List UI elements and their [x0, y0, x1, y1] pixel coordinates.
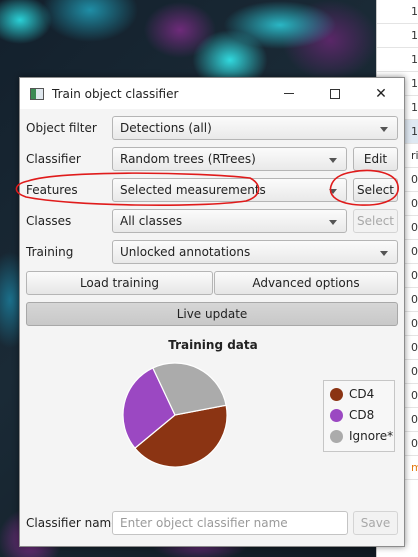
- classifier-select[interactable]: Random trees (RTrees): [112, 147, 347, 171]
- minimize-icon: [284, 93, 294, 94]
- features-value: Selected measurements: [120, 183, 266, 197]
- title-bar[interactable]: Train object classifier ✕: [20, 78, 404, 109]
- features-select[interactable]: Selected measurements: [112, 178, 347, 202]
- legend-item-ignore: Ignore*: [330, 429, 393, 443]
- legend-item-cd4: CD4: [330, 387, 374, 401]
- features-select-button[interactable]: Select: [353, 178, 398, 202]
- chevron-down-icon: [329, 220, 337, 225]
- table-cell: 1.: [377, 24, 418, 48]
- classifier-edit-button[interactable]: Edit: [353, 147, 398, 171]
- table-cell: 1.: [377, 0, 418, 24]
- legend-label: CD4: [349, 387, 375, 401]
- classifier-label: Classifier: [26, 152, 81, 166]
- classifier-name-label: Classifier name: [26, 516, 119, 530]
- legend-label: CD8: [349, 408, 375, 422]
- legend-swatch-ignore: [330, 429, 343, 443]
- app-icon: [30, 87, 44, 100]
- classifier-value: Random trees (RTrees): [120, 152, 256, 166]
- features-label: Features: [26, 183, 78, 197]
- load-training-button[interactable]: Load training: [26, 271, 213, 295]
- legend-swatch-cd8: [330, 408, 343, 422]
- training-label: Training: [26, 245, 74, 259]
- chevron-down-icon: [380, 127, 388, 132]
- classes-select[interactable]: All classes: [112, 209, 347, 233]
- chevron-down-icon: [380, 251, 388, 256]
- save-button[interactable]: Save: [353, 511, 398, 535]
- classifier-name-input[interactable]: [112, 511, 348, 535]
- live-update-toggle[interactable]: Live update: [26, 302, 398, 326]
- close-icon: ✕: [375, 85, 387, 102]
- object-filter-select[interactable]: Detections (all): [112, 116, 398, 140]
- minimize-button[interactable]: [266, 78, 312, 109]
- classes-value: All classes: [120, 214, 183, 228]
- training-value: Unlocked annotations: [120, 245, 251, 259]
- object-filter-label: Object filter: [26, 121, 97, 135]
- table-cell: 1.: [377, 48, 418, 72]
- training-data-pie-chart: [122, 362, 228, 468]
- train-object-classifier-dialog: Train object classifier ✕ Object filter …: [19, 77, 405, 547]
- legend-label: Ignore*: [349, 429, 394, 443]
- classes-label: Classes: [26, 214, 72, 228]
- maximize-button[interactable]: [312, 78, 358, 109]
- classes-select-button[interactable]: Select: [353, 209, 398, 233]
- maximize-icon: [330, 88, 340, 99]
- chevron-down-icon: [329, 189, 337, 194]
- training-select[interactable]: Unlocked annotations: [112, 240, 398, 264]
- window-title: Train object classifier: [52, 86, 179, 101]
- advanced-options-button[interactable]: Advanced options: [214, 271, 398, 295]
- chevron-down-icon: [329, 158, 337, 163]
- legend-swatch-cd4: [330, 387, 343, 401]
- legend-item-cd8: CD8: [330, 408, 374, 422]
- chart-legend: CD4 CD8 Ignore*: [323, 380, 395, 452]
- chart-title: Training data: [168, 338, 258, 352]
- close-button[interactable]: ✕: [358, 78, 404, 109]
- object-filter-value: Detections (all): [120, 121, 212, 135]
